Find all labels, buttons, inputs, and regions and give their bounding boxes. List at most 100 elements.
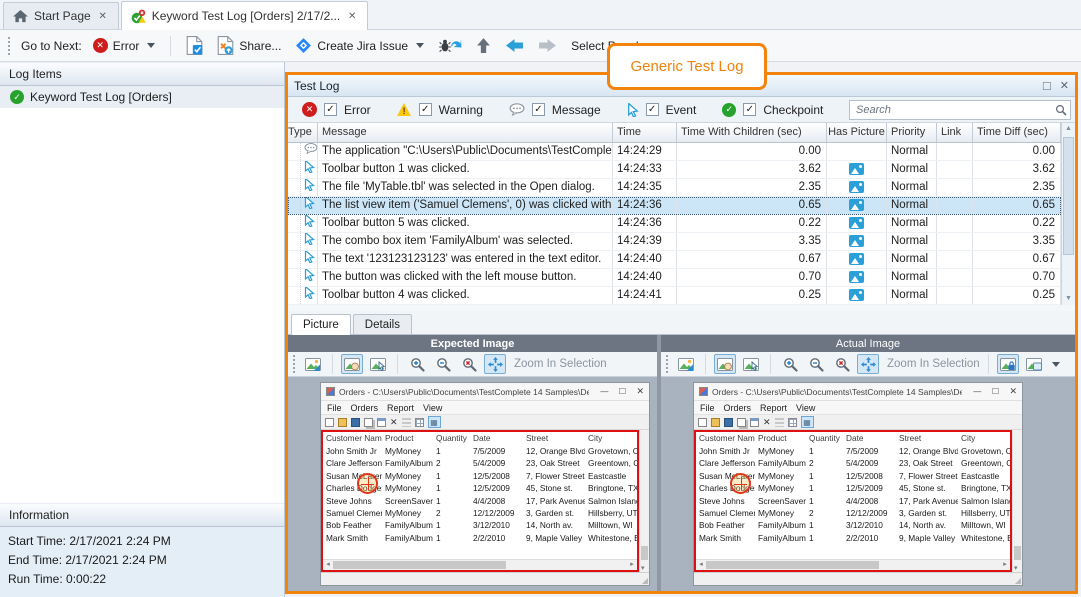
column-header-message[interactable]: Message — [318, 123, 613, 142]
properties-icon — [750, 418, 759, 427]
compare-view-button[interactable] — [1023, 354, 1045, 374]
pan-tool-button[interactable] — [341, 354, 363, 374]
share-results-button[interactable]: Share... — [214, 34, 284, 57]
chevron-down-icon[interactable] — [147, 43, 155, 48]
zoom-out-button[interactable] — [432, 354, 454, 374]
scrollbar-thumb[interactable] — [1063, 137, 1074, 255]
checkpoint-checkbox[interactable] — [743, 103, 756, 116]
log-row[interactable]: The text '123123123123' was entered in t… — [288, 251, 1061, 269]
zoom-in-selection-button[interactable] — [484, 354, 506, 374]
close-tab-icon[interactable] — [346, 11, 358, 22]
chevron-down-icon[interactable] — [416, 43, 424, 48]
column-header-link[interactable]: Link — [937, 123, 973, 142]
maximize-icon — [619, 386, 625, 397]
toolbar-drag-handle[interactable] — [8, 37, 11, 55]
log-row[interactable]: The application "C:\Users\Public\Documen… — [288, 143, 1061, 161]
log-row[interactable]: The file 'MyTable.tbl' was selected in t… — [288, 179, 1061, 197]
toolbar-drag-handle[interactable] — [666, 355, 669, 373]
pan-tool-button[interactable] — [714, 354, 736, 374]
log-message: The application "C:\Users\Public\Documen… — [318, 143, 613, 160]
zoom-reset-button[interactable] — [831, 354, 853, 374]
orders-statusbar — [321, 572, 649, 585]
picture-export-icon — [678, 358, 694, 371]
open-in-new-window-button[interactable] — [675, 354, 697, 374]
log-row[interactable]: The list view item ('Samuel Clemens', 0)… — [288, 197, 1061, 215]
column-header-time-with-children[interactable]: Time With Children (sec) — [677, 123, 827, 142]
checkpoint-icon — [722, 103, 736, 117]
open-in-new-window-button[interactable] — [302, 354, 324, 374]
go-to-next-error-button[interactable]: Error — [90, 36, 159, 55]
warning-checkbox[interactable] — [419, 103, 432, 116]
zoom-in-selection-label: Zoom In Selection — [887, 358, 980, 370]
zoom-out-button[interactable] — [805, 354, 827, 374]
tab-picture[interactable]: Picture — [291, 314, 351, 335]
orders-toolbar — [694, 414, 1022, 430]
tab-start-page[interactable]: Start Page — [3, 2, 119, 29]
log-row[interactable]: Toolbar button 4 was clicked. 14:24:41 0… — [288, 287, 1061, 305]
go-up-one-level-button[interactable] — [473, 35, 494, 56]
event-cursor-icon — [304, 287, 315, 304]
vertical-scrollbar[interactable]: ▲ ▼ — [1061, 123, 1075, 305]
expected-image-viewer[interactable]: Orders - C:\Users\Public\Documents\TestC… — [288, 377, 657, 591]
scroll-up-icon[interactable]: ▲ — [1062, 123, 1075, 135]
log-priority: Normal — [887, 179, 937, 196]
go-back-button[interactable] — [502, 36, 527, 55]
log-row[interactable]: Toolbar button 5 was clicked. 14:24:36 0… — [288, 215, 1061, 233]
log-time-with-children: 3.62 — [677, 161, 827, 178]
search-input[interactable] — [849, 100, 1071, 120]
log-items-tree: Keyword Test Log [Orders] — [0, 86, 284, 503]
orders-app-icon — [699, 387, 708, 396]
chevron-down-icon[interactable] — [1052, 362, 1060, 367]
orders-row: Mark Smith FamilyAlbum 1 2/2/2010 9, Map… — [323, 532, 637, 544]
create-jira-issue-button[interactable]: Create Jira Issue — [292, 35, 427, 56]
column-header-time[interactable]: Time — [613, 123, 677, 142]
post-defect-button[interactable] — [435, 35, 465, 56]
log-message: The text '123123123123' was entered in t… — [318, 251, 613, 268]
maximize-panel-icon[interactable] — [1043, 78, 1051, 93]
log-time-diff: 2.35 — [973, 179, 1061, 196]
close-panel-icon[interactable] — [1060, 79, 1069, 92]
filter-error: Error — [302, 102, 371, 117]
tree-gutter — [288, 287, 301, 304]
orders-col-product: Product — [755, 432, 806, 445]
open-icon — [711, 418, 720, 427]
tree-gutter — [288, 197, 301, 214]
orders-row: Bob Feather FamilyAlbum 1 3/12/2010 14, … — [323, 519, 637, 531]
select-tool-button[interactable] — [740, 354, 762, 374]
event-cursor-icon — [627, 103, 639, 117]
log-link — [937, 215, 973, 232]
scroll-down-icon[interactable]: ▼ — [1062, 293, 1075, 305]
actual-image-pane: Actual Image Zoom In Selection — [661, 335, 1075, 591]
grid-icon — [415, 418, 424, 427]
tab-keyword-test-log[interactable]: Keyword Test Log [Orders] 2/17/2... — [121, 1, 369, 30]
orders-menu-item: View — [423, 403, 442, 413]
go-forward-button[interactable] — [535, 36, 560, 55]
column-header-has-picture[interactable]: Has Picture — [827, 123, 887, 142]
new-icon — [698, 418, 707, 427]
tree-gutter — [288, 179, 301, 196]
close-tab-icon[interactable] — [97, 11, 109, 22]
lock-view-button[interactable] — [997, 354, 1019, 374]
log-row[interactable]: The combo box item 'FamilyAlbum' was sel… — [288, 233, 1061, 251]
log-row[interactable]: Toolbar button 1 was clicked. 14:24:33 3… — [288, 161, 1061, 179]
zoom-in-selection-button[interactable] — [857, 354, 879, 374]
export-results-button[interactable] — [183, 34, 206, 57]
zoom-in-button[interactable] — [406, 354, 428, 374]
toolbar-drag-handle[interactable] — [293, 355, 296, 373]
actual-image-viewer[interactable]: Orders - C:\Users\Public\Documents\TestC… — [661, 377, 1075, 591]
log-time-diff: 0.25 — [973, 287, 1061, 304]
tab-details[interactable]: Details — [353, 314, 412, 334]
tree-item-keyword-test-log[interactable]: Keyword Test Log [Orders] — [0, 86, 284, 108]
zoom-in-button[interactable] — [779, 354, 801, 374]
message-checkbox[interactable] — [532, 103, 545, 116]
event-checkbox[interactable] — [646, 103, 659, 116]
column-header-priority[interactable]: Priority — [887, 123, 937, 142]
orders-col-street: Street — [523, 432, 585, 445]
zoom-reset-button[interactable] — [458, 354, 480, 374]
error-checkbox[interactable] — [324, 103, 337, 116]
column-header-time-diff[interactable]: Time Diff (sec) — [973, 123, 1061, 142]
log-time: 14:24:33 — [613, 161, 677, 178]
select-tool-button[interactable] — [367, 354, 389, 374]
log-row[interactable]: The button was clicked with the left mou… — [288, 269, 1061, 287]
column-header-type[interactable]: Type — [288, 123, 318, 142]
